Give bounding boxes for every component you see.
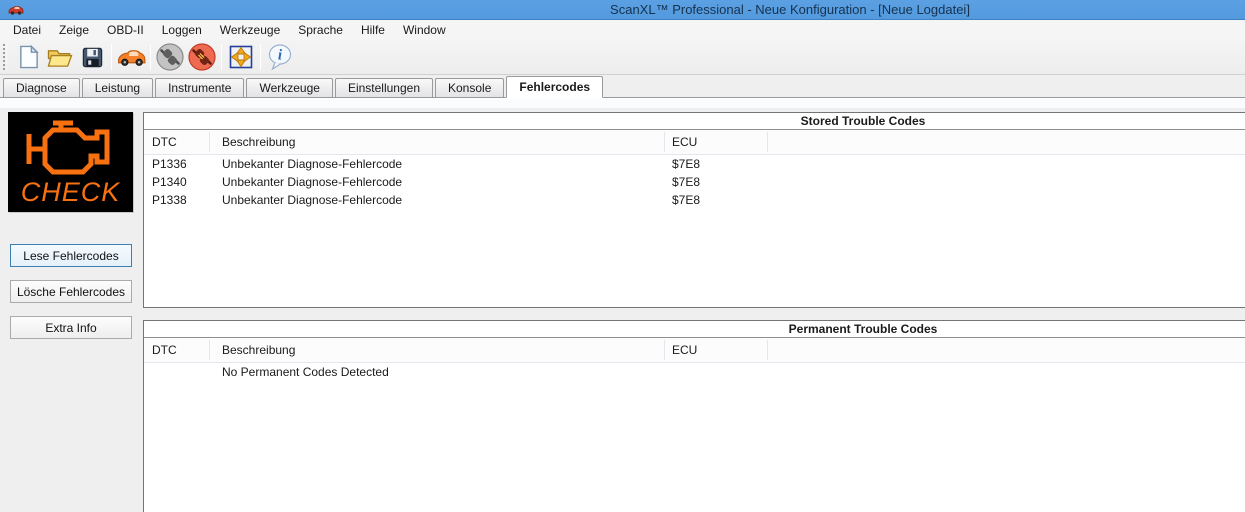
disconnect-button[interactable] xyxy=(154,42,186,72)
table-row[interactable]: P1336 Unbekanter Diagnose-Fehlercode $7E… xyxy=(144,155,1245,173)
check-engine-icon xyxy=(15,116,127,178)
dtc-ecu: $7E8 xyxy=(672,175,700,189)
empty-state-message: No Permanent Codes Detected xyxy=(222,365,389,379)
info-button[interactable]: i xyxy=(264,42,296,72)
read-codes-button[interactable]: Lese Fehlercodes xyxy=(10,244,132,267)
dtc-description: Unbekanter Diagnose-Fehlercode xyxy=(222,193,402,207)
table-row[interactable]: P1338 Unbekanter Diagnose-Fehlercode $7E… xyxy=(144,191,1245,209)
dtc-ecu: $7E8 xyxy=(672,193,700,207)
dtc-description: Unbekanter Diagnose-Fehlercode xyxy=(222,175,402,189)
dtc-code: P1340 xyxy=(152,175,187,189)
check-engine-image: CHECK xyxy=(8,112,133,212)
open-folder-icon xyxy=(46,46,74,69)
tab-leistung[interactable]: Leistung xyxy=(82,78,153,97)
toolbar-grip[interactable] xyxy=(3,44,7,70)
info-icon: i xyxy=(267,43,293,71)
column-divider xyxy=(209,340,210,360)
permanent-codes-panel: Permanent Trouble Codes DTC Beschreibung… xyxy=(143,320,1245,512)
tab-konsole[interactable]: Konsole xyxy=(435,78,504,97)
menu-hilfe[interactable]: Hilfe xyxy=(352,21,394,39)
permanent-codes-header-row: DTC Beschreibung ECU xyxy=(144,338,1245,363)
new-document-icon xyxy=(17,44,40,70)
app-window: ScanXL™ Professional - Neue Konfiguratio… xyxy=(0,0,1245,512)
new-document-button[interactable] xyxy=(12,42,44,72)
menu-datei[interactable]: Datei xyxy=(4,21,50,39)
tab-fehlercodes[interactable]: Fehlercodes xyxy=(506,76,603,98)
column-header-description[interactable]: Beschreibung xyxy=(222,135,295,149)
empty-state-row: No Permanent Codes Detected xyxy=(144,363,1245,381)
toolbar-separator xyxy=(150,44,151,70)
menu-window[interactable]: Window xyxy=(394,21,455,39)
tab-diagnose[interactable]: Diagnose xyxy=(3,78,80,97)
column-header-ecu[interactable]: ECU xyxy=(672,343,697,357)
fehlercodes-page: CHECK Lese Fehlercodes Lösche Fehlercode… xyxy=(0,108,1245,512)
sidebar: CHECK Lese Fehlercodes Lösche Fehlercode… xyxy=(0,108,142,512)
connect-plug-icon xyxy=(187,42,217,72)
column-divider xyxy=(767,132,768,152)
column-header-dtc[interactable]: DTC xyxy=(152,343,177,357)
stored-codes-title: Stored Trouble Codes xyxy=(801,114,926,128)
stored-codes-panel: Stored Trouble Codes DTC Beschreibung EC… xyxy=(143,112,1245,308)
dtc-ecu: $7E8 xyxy=(672,157,700,171)
toolbar-separator xyxy=(260,44,261,70)
menu-zeige[interactable]: Zeige xyxy=(50,21,98,39)
vehicle-button[interactable] xyxy=(115,42,147,72)
clear-codes-button[interactable]: Lösche Fehlercodes xyxy=(10,280,132,303)
menu-werkzeuge[interactable]: Werkzeuge xyxy=(211,21,289,39)
table-row[interactable]: P1340 Unbekanter Diagnose-Fehlercode $7E… xyxy=(144,173,1245,191)
extra-info-button[interactable]: Extra Info xyxy=(10,316,132,339)
column-divider xyxy=(767,340,768,360)
open-file-button[interactable] xyxy=(44,42,76,72)
app-car-icon[interactable] xyxy=(8,4,24,19)
toolbar-separator xyxy=(111,44,112,70)
dashboard-layout-icon xyxy=(227,43,255,71)
column-header-ecu[interactable]: ECU xyxy=(672,135,697,149)
car-icon xyxy=(116,47,147,68)
permanent-codes-title: Permanent Trouble Codes xyxy=(789,322,938,336)
dtc-code: P1338 xyxy=(152,193,187,207)
tab-bar: Diagnose Leistung Instrumente Werkzeuge … xyxy=(0,75,1245,98)
save-icon xyxy=(81,46,104,69)
menu-sprache[interactable]: Sprache xyxy=(289,21,352,39)
toolbar: i xyxy=(0,40,1245,75)
check-engine-label: CHECK xyxy=(8,177,133,208)
column-header-dtc[interactable]: DTC xyxy=(152,135,177,149)
column-divider xyxy=(664,132,665,152)
stored-codes-title-band: Stored Trouble Codes xyxy=(144,113,1245,130)
dtc-code: P1336 xyxy=(152,157,187,171)
window-title: ScanXL™ Professional - Neue Konfiguratio… xyxy=(610,2,970,17)
dashboard-layout-button[interactable] xyxy=(225,42,257,72)
connect-button[interactable] xyxy=(186,42,218,72)
tab-einstellungen[interactable]: Einstellungen xyxy=(335,78,433,97)
tab-werkzeuge[interactable]: Werkzeuge xyxy=(246,78,332,97)
save-button[interactable] xyxy=(76,42,108,72)
column-divider xyxy=(664,340,665,360)
menu-loggen[interactable]: Loggen xyxy=(153,21,211,39)
menu-bar: Datei Zeige OBD-II Loggen Werkzeuge Spra… xyxy=(0,20,1245,40)
stored-codes-header-row: DTC Beschreibung ECU xyxy=(144,130,1245,155)
column-header-description[interactable]: Beschreibung xyxy=(222,343,295,357)
disconnect-plug-icon xyxy=(155,42,185,72)
column-divider xyxy=(209,132,210,152)
menu-obd2[interactable]: OBD-II xyxy=(98,21,153,39)
tab-instrumente[interactable]: Instrumente xyxy=(155,78,244,97)
tab-page-top-strip xyxy=(0,98,1245,108)
permanent-codes-title-band: Permanent Trouble Codes xyxy=(144,321,1245,338)
title-bar: ScanXL™ Professional - Neue Konfiguratio… xyxy=(0,0,1245,20)
toolbar-separator xyxy=(221,44,222,70)
dtc-description: Unbekanter Diagnose-Fehlercode xyxy=(222,157,402,171)
